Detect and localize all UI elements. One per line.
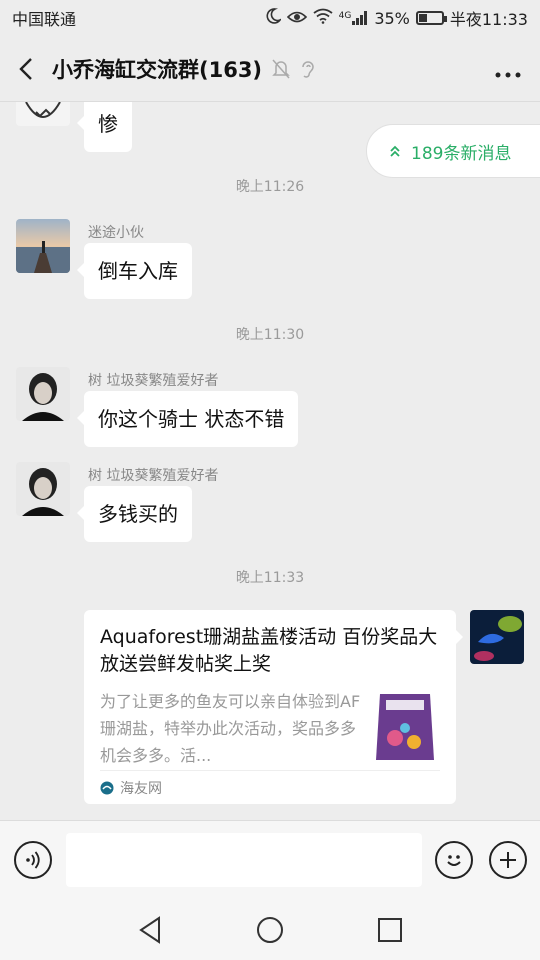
my-avatar[interactable] — [470, 610, 524, 664]
status-time: 半夜11:33 — [449, 10, 528, 29]
back-button[interactable] — [0, 36, 52, 102]
avatar[interactable] — [16, 462, 70, 516]
aquarium-avatar — [470, 610, 524, 664]
eye-icon — [286, 9, 307, 28]
link-card-source: 海友网 — [120, 780, 162, 797]
wifi-icon — [313, 8, 333, 28]
cellular-signal-icon: 4G — [339, 11, 369, 25]
carrier-label: 中国联通 — [12, 10, 77, 29]
nav-recents-button[interactable] — [374, 914, 406, 946]
square-recents-icon — [378, 918, 402, 942]
cartoon-avatar-icon — [25, 102, 61, 118]
source-logo-icon — [100, 781, 114, 794]
portrait-avatar — [16, 367, 70, 421]
avatar[interactable] — [16, 367, 70, 421]
moon-icon — [265, 8, 282, 28]
ellipsis-icon — [495, 72, 521, 78]
more-button[interactable] — [494, 56, 522, 86]
link-card-title: Aquaforest珊湖盐盖楼活动 百份奖品大放送尝鲜发帖奖上奖 — [100, 626, 438, 675]
ear-icon — [302, 60, 314, 78]
sender-name: 迷途小伙 — [88, 225, 144, 241]
chat-header: 小乔海缸交流群(163) — [0, 36, 540, 102]
voice-icon — [26, 851, 40, 869]
chevron-left-icon — [19, 57, 32, 80]
message-bubble[interactable]: 多钱买的 — [77, 486, 192, 542]
avatar[interactable] — [16, 102, 70, 126]
link-card-message[interactable]: Aquaforest珊湖盐盖楼活动 百份奖品大放送尝鲜发帖奖上奖 为了让更多的鱼… — [84, 610, 463, 804]
message-input[interactable] — [66, 833, 422, 887]
portrait-avatar — [16, 462, 70, 516]
status-bar: 中国联通 4G 35% 半夜11:33 — [0, 0, 540, 36]
new-messages-label: 189条新消息 — [411, 143, 512, 164]
nav-home-button[interactable] — [254, 914, 286, 946]
timestamp: 晚上11:33 — [235, 570, 305, 586]
sender-name: 树 垃圾葵繁殖爱好者 — [88, 468, 219, 484]
link-card-footer: 海友网 — [100, 770, 440, 804]
chat-area[interactable]: 惨 189条新消息 晚上11:26 迷途小伙 倒车入库 晚上11:30 树 垃圾… — [0, 102, 540, 820]
group-title: 小乔海缸交流群(163) — [52, 57, 263, 82]
message-bubble[interactable]: 你这个骑士 状态不错 — [76, 391, 299, 447]
triangle-back-icon — [139, 916, 160, 944]
battery-icon — [415, 11, 447, 25]
emoji-icon — [447, 855, 461, 866]
system-nav-bar — [0, 900, 540, 960]
link-card-description: 为了让更多的鱼友可以亲自体验到AF珊湖盐，特举办此次活动，奖品多多机会多多。活.… — [100, 692, 361, 765]
new-messages-button[interactable]: 189条新消息 — [366, 124, 540, 178]
circle-home-icon — [257, 917, 283, 943]
status-icons: 4G 35% 半夜11:33 — [265, 6, 528, 30]
product-bag-icon — [370, 688, 440, 764]
emoji-button[interactable] — [435, 841, 473, 879]
title-status-icons — [272, 59, 316, 79]
sender-name: 树 垃圾葵繁殖爱好者 — [88, 373, 219, 389]
link-card-body: 为了让更多的鱼友可以亲自体验到AF珊湖盐，特举办此次活动，奖品多多机会多多。活.… — [100, 688, 440, 772]
timestamp: 晚上11:30 — [235, 327, 305, 343]
message-bubble[interactable]: 惨 — [77, 102, 132, 152]
plus-icon — [500, 852, 516, 868]
battery-percent: 35% — [374, 8, 410, 28]
voice-button[interactable] — [14, 841, 52, 879]
nav-back-button[interactable] — [135, 914, 167, 946]
more-functions-button[interactable] — [489, 841, 527, 879]
network-type: 4G — [338, 11, 352, 21]
timestamp: 晚上11:26 — [235, 179, 305, 195]
message-bubble[interactable]: 倒车入库 — [77, 243, 192, 299]
avatar[interactable] — [16, 219, 70, 273]
input-bar — [0, 820, 540, 900]
lake-photo-avatar — [16, 219, 70, 273]
bell-off-icon — [272, 59, 290, 78]
double-chevron-up-icon — [390, 145, 400, 157]
